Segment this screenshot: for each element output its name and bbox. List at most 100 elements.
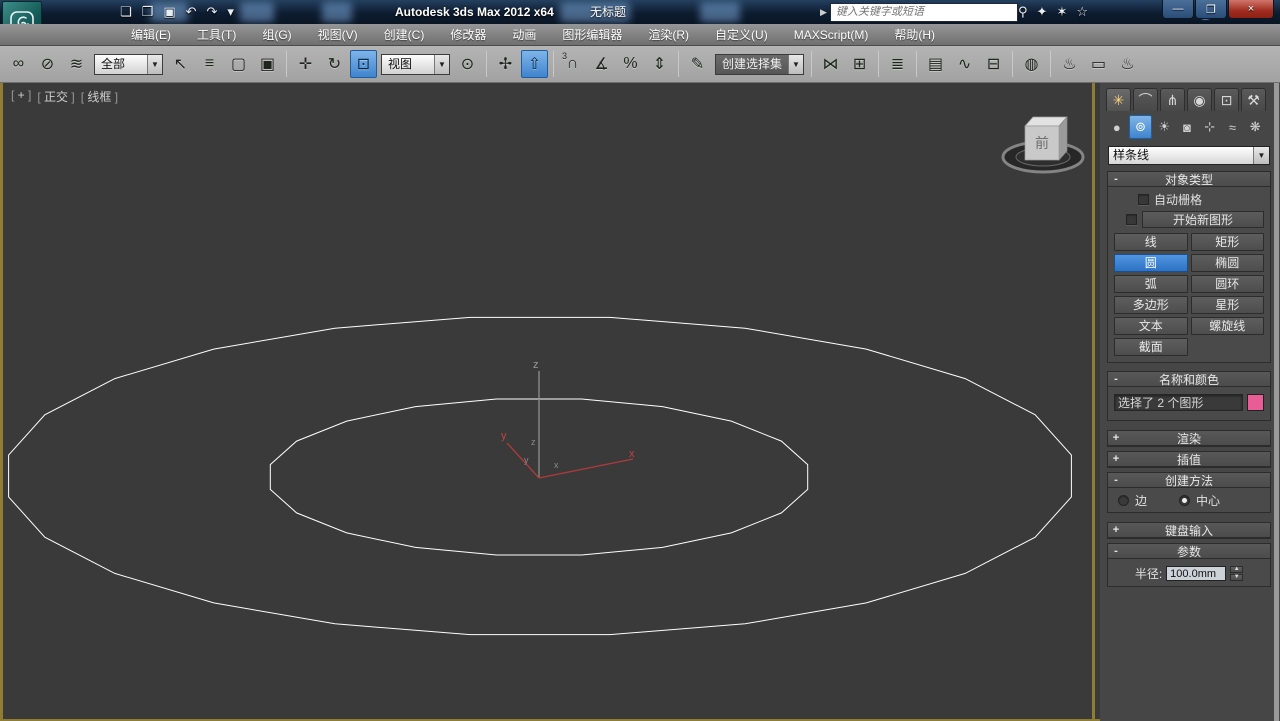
search-expand-icon[interactable]: ▶ <box>820 7 827 18</box>
bind-to-space-warp-icon[interactable]: ≋ <box>63 50 90 78</box>
menu-modifiers[interactable]: 修改器 <box>437 24 499 46</box>
rollout-parameters-header[interactable]: - 参数 <box>1108 544 1270 559</box>
communication-center-icon[interactable]: ✶ <box>1056 4 1067 20</box>
layer-manager-icon[interactable]: ≣ <box>884 50 911 78</box>
start-new-shape-checkbox[interactable] <box>1126 214 1137 225</box>
shape-text-button[interactable]: 文本 <box>1114 317 1188 335</box>
edit-named-selection-sets-icon[interactable]: ✎ <box>684 50 711 78</box>
create-systems-icon[interactable]: ❋ <box>1244 115 1266 139</box>
tab-motion[interactable]: ◉ <box>1187 88 1212 111</box>
shape-ellipse-button[interactable]: 椭圆 <box>1191 254 1265 272</box>
menu-graph-editors[interactable]: 图形编辑器 <box>549 24 635 46</box>
menu-animation[interactable]: 动画 <box>499 24 549 46</box>
menu-views[interactable]: 视图(V) <box>305 24 371 46</box>
favorites-icon[interactable]: ☆ <box>1076 4 1088 20</box>
select-and-rotate-icon[interactable]: ↻ <box>321 50 348 78</box>
spinner-down-icon[interactable]: ▼ <box>1230 574 1243 581</box>
select-and-manipulate-icon[interactable]: ✢ <box>492 50 519 78</box>
menu-customize[interactable]: 自定义(U) <box>702 24 781 46</box>
start-new-shape-button[interactable]: 开始新图形 <box>1142 211 1264 228</box>
sign-in-icon[interactable]: ✦ <box>1037 4 1048 20</box>
graphite-modeling-tools-icon[interactable]: ▤ <box>922 50 949 78</box>
open-file-icon[interactable]: ❒ <box>142 1 154 23</box>
curve-editor-icon[interactable]: ∿ <box>951 50 978 78</box>
reference-coordinate-dropdown[interactable]: 视图▼ <box>381 54 450 75</box>
shape-section-button[interactable]: 截面 <box>1114 338 1188 356</box>
named-selection-sets-dropdown[interactable]: 创建选择集▼ <box>715 54 804 75</box>
viewport-menu-shading[interactable]: [ 线框 ] <box>81 88 118 105</box>
undo-icon[interactable]: ↶ <box>186 1 197 23</box>
create-helpers-icon[interactable]: ⊹ <box>1199 115 1221 139</box>
snaps-toggle-3d-icon[interactable]: ∩3 <box>559 50 586 78</box>
shape-circle-button[interactable]: 圆 <box>1114 254 1188 272</box>
object-name-field[interactable]: 选择了 2 个图形 <box>1114 394 1243 411</box>
shape-helix-button[interactable]: 螺旋线 <box>1191 317 1265 335</box>
shape-ngon-button[interactable]: 多边形 <box>1114 296 1188 314</box>
application-menu-button[interactable]: ▼ <box>2 1 42 24</box>
tab-modify[interactable]: ⌒ <box>1133 88 1158 111</box>
rollout-keyboard-entry-header[interactable]: + 键盘输入 <box>1108 523 1270 538</box>
search-icon[interactable]: ⚲ <box>1018 4 1028 20</box>
rollout-interpolation-header[interactable]: + 插值 <box>1108 452 1270 467</box>
radius-spinner[interactable]: ▲ ▼ <box>1230 566 1243 581</box>
create-lights-icon[interactable]: ☀ <box>1153 115 1175 139</box>
autogrid-checkbox[interactable] <box>1138 194 1149 205</box>
percent-snap-toggle-icon[interactable]: % <box>617 50 644 78</box>
spinner-snap-toggle-icon[interactable]: ⇕ <box>646 50 673 78</box>
create-geometry-icon[interactable]: ● <box>1106 115 1128 139</box>
menu-tools[interactable]: 工具(T) <box>184 24 249 46</box>
maximize-button[interactable]: ❐ <box>1195 0 1227 19</box>
window-crossing-toggle-icon[interactable]: ▣ <box>254 50 281 78</box>
rollout-object-type-header[interactable]: - 对象类型 <box>1108 172 1270 187</box>
angle-snap-toggle-icon[interactable]: ∡ <box>588 50 615 78</box>
minimize-button[interactable]: — <box>1162 0 1194 19</box>
rollout-rendering-header[interactable]: + 渲染 <box>1108 431 1270 446</box>
use-pivot-point-center-icon[interactable]: ⊙ <box>454 50 481 78</box>
select-and-scale-icon[interactable]: ⊡ <box>350 50 377 78</box>
menu-maxscript[interactable]: MAXScript(M) <box>781 24 882 46</box>
keyboard-shortcut-override-icon[interactable]: ⇧ <box>521 50 548 78</box>
rectangular-selection-region-icon[interactable]: ▢ <box>225 50 252 78</box>
shape-category-dropdown[interactable]: 样条线 ▼ <box>1108 146 1270 165</box>
close-button[interactable]: × <box>1228 0 1274 19</box>
creation-method-edge-radio[interactable] <box>1118 495 1129 506</box>
shape-donut-button[interactable]: 圆环 <box>1191 275 1265 293</box>
render-production-icon[interactable]: ♨ <box>1114 50 1141 78</box>
create-cameras-icon[interactable]: ◙ <box>1176 115 1198 139</box>
rollout-creation-method-header[interactable]: - 创建方法 <box>1108 473 1270 488</box>
unlink-selection-icon[interactable]: ⊘ <box>34 50 61 78</box>
circle-shape[interactable] <box>9 317 1072 634</box>
rollout-name-color-header[interactable]: - 名称和颜色 <box>1108 372 1270 387</box>
selection-filter-dropdown[interactable]: 全部▼ <box>94 54 163 75</box>
menu-create[interactable]: 创建(C) <box>371 24 438 46</box>
menu-help[interactable]: 帮助(H) <box>881 24 948 46</box>
menu-rendering[interactable]: 渲染(R) <box>635 24 702 46</box>
shape-arc-button[interactable]: 弧 <box>1114 275 1188 293</box>
save-file-icon[interactable]: ▣ <box>163 1 175 23</box>
infocenter-search-input[interactable] <box>830 3 1018 22</box>
align-icon[interactable]: ⊞ <box>846 50 873 78</box>
viewport-menu-general[interactable]: [ + ] <box>11 88 31 105</box>
material-editor-icon[interactable]: ◍ <box>1018 50 1045 78</box>
spinner-up-icon[interactable]: ▲ <box>1230 566 1243 573</box>
radius-input[interactable]: 100.0mm <box>1166 566 1226 581</box>
toolbar-overflow-icon[interactable]: ▾ <box>227 1 234 23</box>
schematic-view-icon[interactable]: ⊟ <box>980 50 1007 78</box>
creation-method-center-radio[interactable] <box>1179 495 1190 506</box>
select-by-name-icon[interactable]: ≡ <box>196 50 223 78</box>
viewcube[interactable]: 前 <box>1003 117 1083 172</box>
shape-line-button[interactable]: 线 <box>1114 233 1188 251</box>
shape-star-button[interactable]: 星形 <box>1191 296 1265 314</box>
viewport-menu-pov[interactable]: [ 正交 ] <box>37 88 74 105</box>
select-object-icon[interactable]: ↖ <box>167 50 194 78</box>
select-and-link-icon[interactable]: ∞ <box>5 50 32 78</box>
mirror-icon[interactable]: ⋈ <box>817 50 844 78</box>
rendered-frame-window-icon[interactable]: ▭ <box>1085 50 1112 78</box>
new-file-icon[interactable]: ❏ <box>120 1 132 23</box>
object-color-swatch[interactable] <box>1247 394 1264 411</box>
menu-group[interactable]: 组(G) <box>249 24 304 46</box>
redo-icon[interactable]: ↷ <box>207 1 218 23</box>
tab-hierarchy[interactable]: ⋔ <box>1160 88 1185 111</box>
tab-display[interactable]: ⊡ <box>1214 88 1239 111</box>
panel-scrollbar[interactable] <box>1274 83 1279 721</box>
